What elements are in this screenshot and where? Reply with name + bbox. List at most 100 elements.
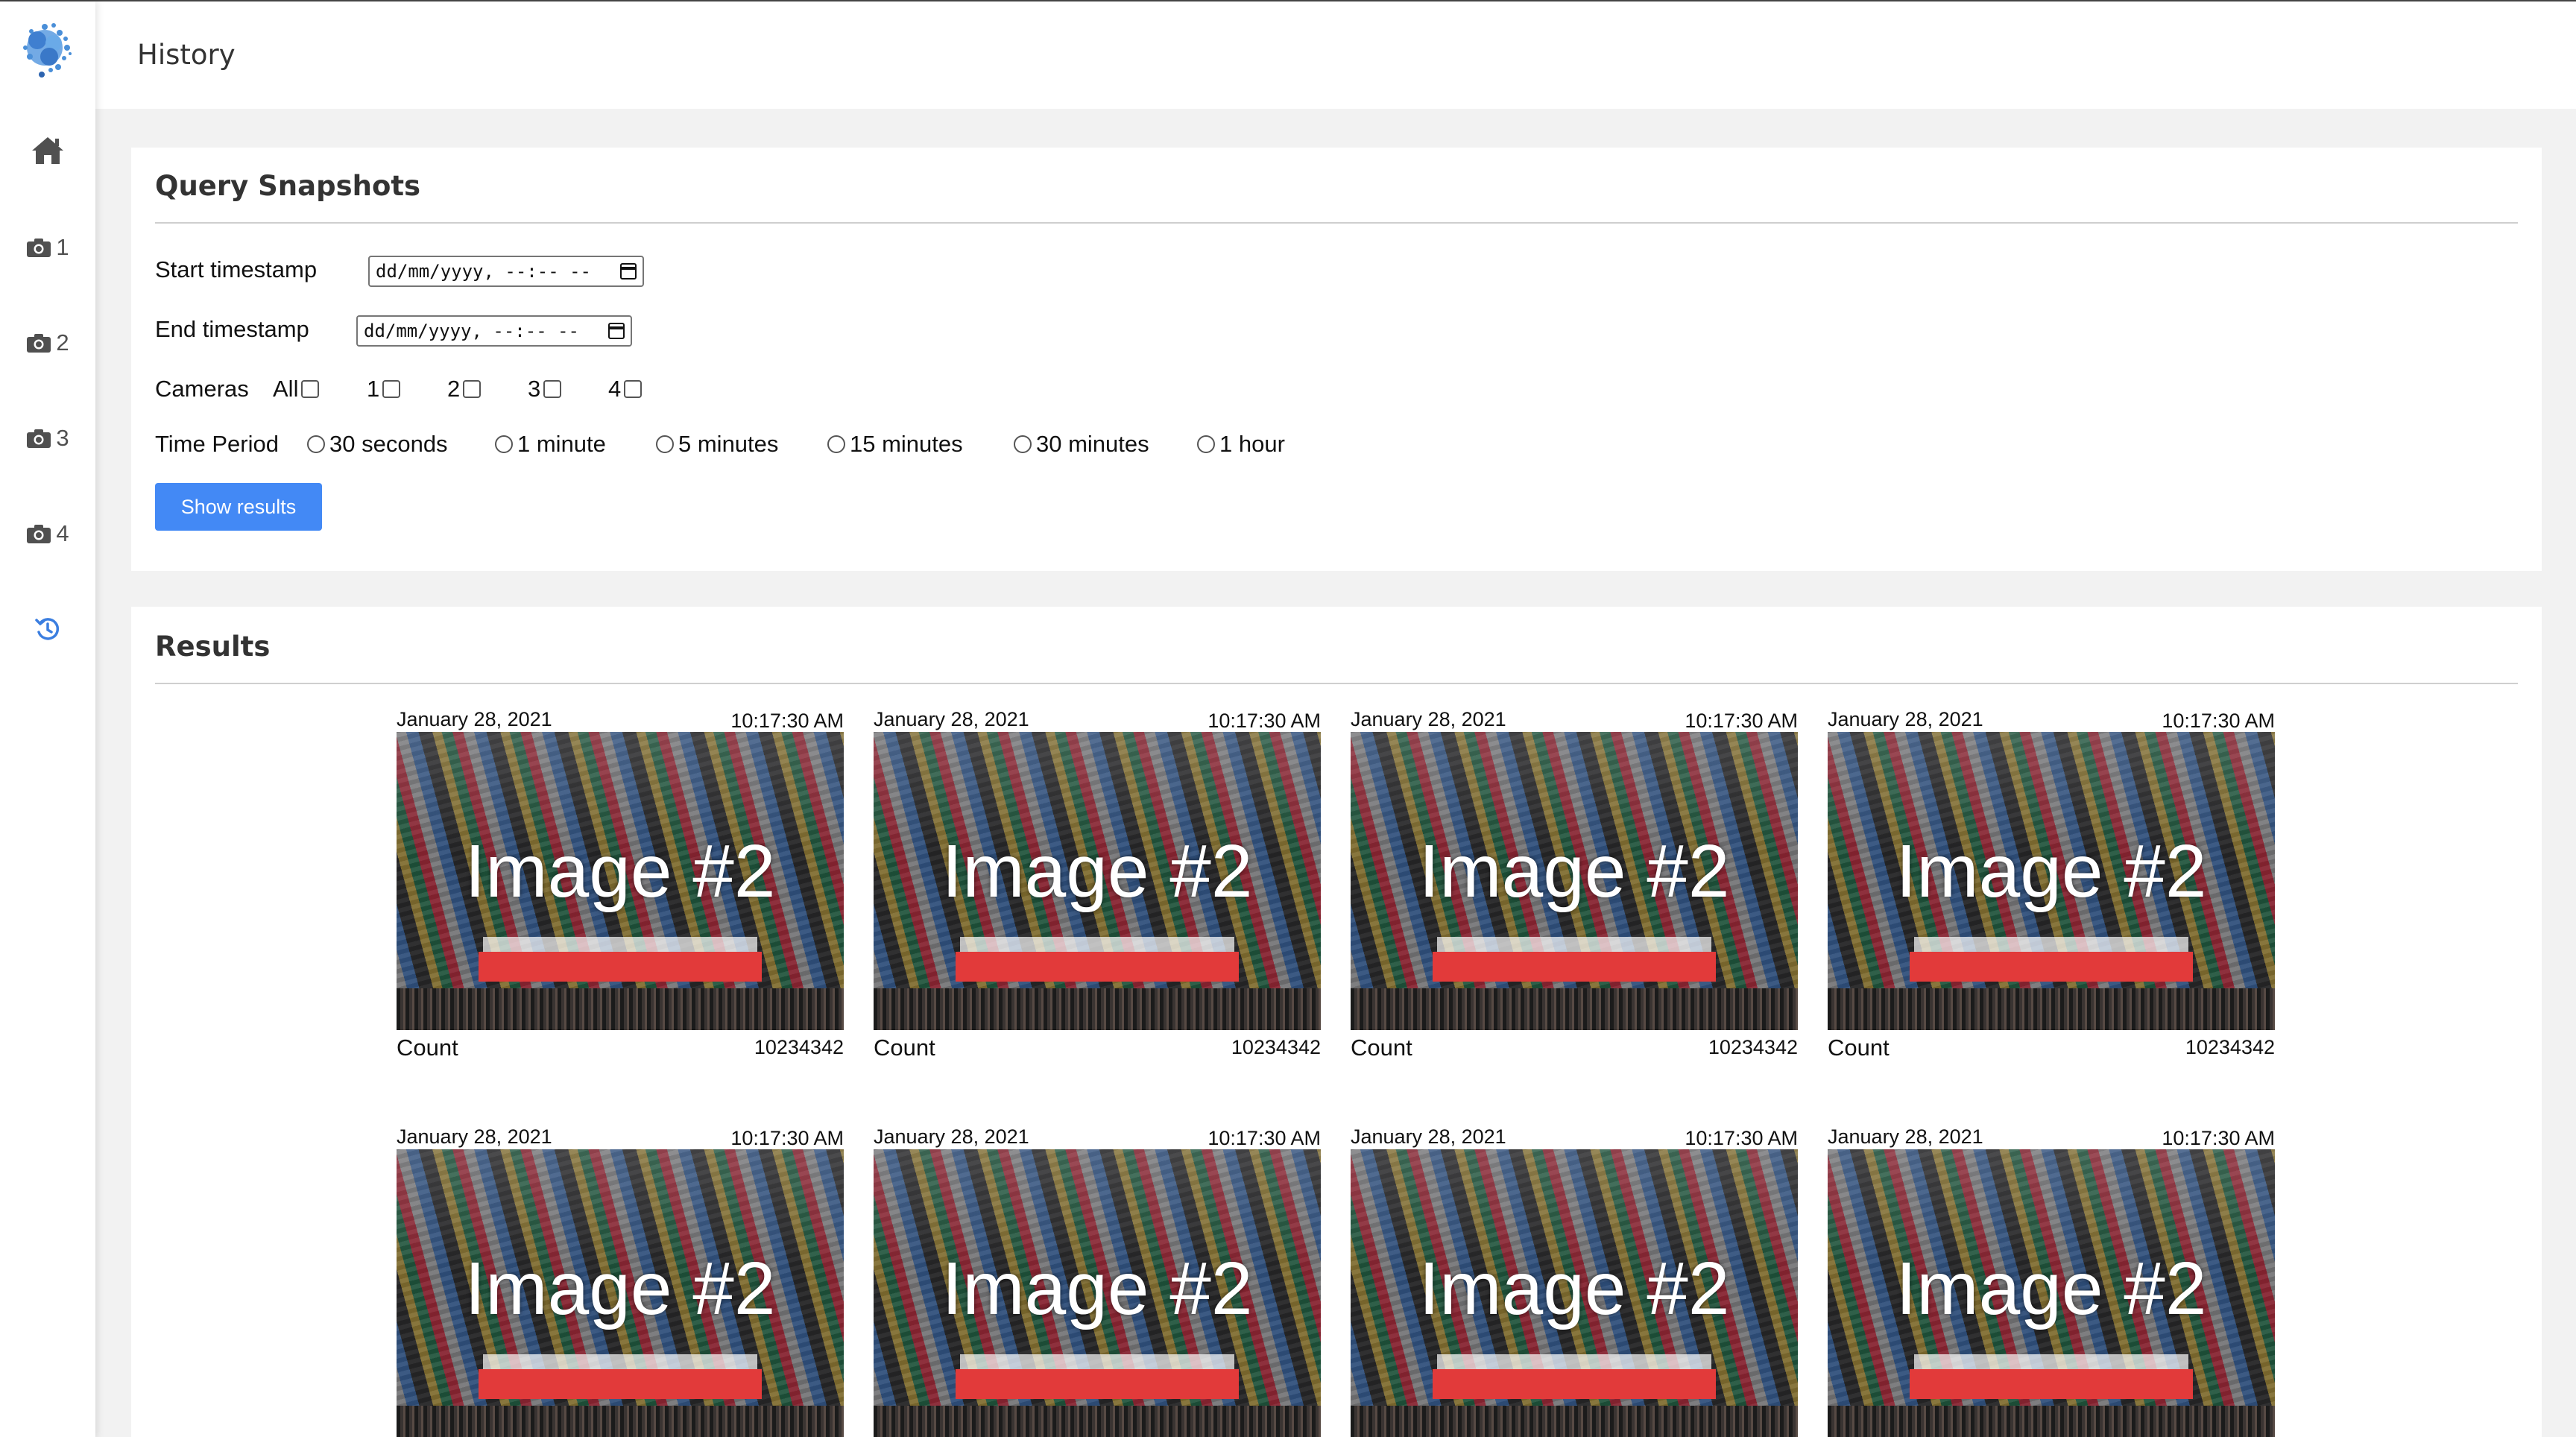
results-card: Results January 28, 2021 10:17:30 AM Ima… bbox=[131, 607, 2542, 1437]
end-timestamp-value: dd/mm/yyyy, --:-- -- bbox=[364, 320, 579, 341]
camera-option-label: 1 bbox=[367, 376, 380, 402]
camera-option-all[interactable]: All bbox=[273, 376, 320, 402]
period-option-1-hour[interactable]: 1 hour bbox=[1197, 431, 1285, 458]
snapshot-time: 10:17:30 AM bbox=[2162, 710, 2275, 732]
sidebar-item-label: 4 bbox=[56, 520, 69, 546]
snapshot-time: 10:17:30 AM bbox=[730, 710, 844, 732]
sidebar-item-camera-4[interactable]: 4 bbox=[0, 511, 95, 556]
snapshot-time: 10:17:30 AM bbox=[2162, 1127, 2275, 1149]
snapshot-time: 10:17:30 AM bbox=[1685, 710, 1798, 732]
snapshot-date: January 28, 2021 bbox=[1351, 708, 1506, 730]
count-label: Count bbox=[874, 1035, 935, 1061]
end-timestamp-label: End timestamp bbox=[155, 316, 309, 342]
period-option-15-minutes[interactable]: 15 minutes bbox=[827, 431, 963, 458]
snapshot-time: 10:17:30 AM bbox=[730, 1127, 844, 1149]
snapshot-image[interactable]: Image #2 bbox=[874, 732, 1321, 1030]
period-option-30-minutes[interactable]: 30 minutes bbox=[1014, 431, 1149, 458]
snapshot-image[interactable]: Image #2 bbox=[1351, 1149, 1798, 1437]
calendar-icon[interactable] bbox=[608, 323, 625, 339]
result-tile[interactable]: January 28, 2021 10:17:30 AM Image #2 Co… bbox=[397, 702, 844, 1064]
sidebar-item-home[interactable] bbox=[0, 128, 95, 173]
image-label: Image #2 bbox=[941, 1247, 1253, 1330]
camera-option-label: 3 bbox=[528, 376, 541, 402]
end-timestamp-input[interactable]: dd/mm/yyyy, --:-- -- bbox=[356, 315, 632, 347]
sidebar-item-camera-3[interactable]: 3 bbox=[0, 416, 95, 461]
camera-option-label: 2 bbox=[447, 376, 461, 402]
period-option-30-seconds[interactable]: 30 seconds bbox=[307, 431, 448, 458]
period-option-label: 30 minutes bbox=[1036, 431, 1149, 457]
camera-option-label: 4 bbox=[608, 376, 622, 402]
results-card-title: Results bbox=[155, 631, 271, 663]
history-icon bbox=[34, 616, 61, 642]
sidebar-item-camera-2[interactable]: 2 bbox=[0, 320, 95, 365]
camera-icon bbox=[26, 428, 51, 449]
period-option-1-minute[interactable]: 1 minute bbox=[495, 431, 606, 458]
camera-option-3[interactable]: 3 bbox=[528, 376, 562, 402]
snapshot-time: 10:17:30 AM bbox=[1208, 710, 1321, 732]
camera-icon bbox=[26, 523, 51, 544]
camera-option-label: All bbox=[273, 376, 299, 402]
result-tile[interactable]: January 28, 2021 10:17:30 AM Image #2 bbox=[1828, 1119, 2275, 1437]
sidebar-item-label: 1 bbox=[56, 234, 69, 260]
start-timestamp-label: Start timestamp bbox=[155, 256, 318, 282]
period-option-label: 30 seconds bbox=[329, 431, 448, 457]
show-results-button[interactable]: Show results bbox=[155, 483, 322, 531]
period-radio[interactable] bbox=[1014, 435, 1032, 453]
image-label: Image #2 bbox=[1895, 1247, 2207, 1330]
calendar-icon[interactable] bbox=[620, 263, 637, 279]
snapshot-image[interactable]: Image #2 bbox=[1351, 732, 1798, 1030]
camera-option-4[interactable]: 4 bbox=[608, 376, 643, 402]
sidebar-item-label: 3 bbox=[56, 425, 69, 451]
period-option-label: 1 hour bbox=[1219, 431, 1285, 457]
count-label: Count bbox=[1828, 1035, 1890, 1061]
image-label: Image #2 bbox=[1418, 830, 1730, 913]
count-label: Count bbox=[1351, 1035, 1412, 1061]
period-radio[interactable] bbox=[827, 435, 845, 453]
period-radio[interactable] bbox=[656, 435, 674, 453]
period-radio[interactable] bbox=[1197, 435, 1215, 453]
result-tile[interactable]: January 28, 2021 10:17:30 AM Image #2 bbox=[874, 1119, 1321, 1437]
snapshot-date: January 28, 2021 bbox=[1351, 1125, 1506, 1148]
snapshot-image[interactable]: Image #2 bbox=[874, 1149, 1321, 1437]
cameras-label: Cameras bbox=[155, 376, 249, 402]
sidebar-item-label: 2 bbox=[56, 329, 69, 356]
camera-option-2[interactable]: 2 bbox=[447, 376, 482, 402]
snapshot-image[interactable]: Image #2 bbox=[397, 1149, 844, 1437]
result-tile[interactable]: January 28, 2021 10:17:30 AM Image #2 Co… bbox=[1828, 702, 2275, 1064]
count-value: 10234342 bbox=[2185, 1036, 2275, 1058]
start-timestamp-input[interactable]: dd/mm/yyyy, --:-- -- bbox=[368, 256, 644, 287]
snapshot-image[interactable]: Image #2 bbox=[397, 732, 844, 1030]
result-tile[interactable]: January 28, 2021 10:17:30 AM Image #2 Co… bbox=[1351, 702, 1798, 1064]
camera-checkbox-2[interactable] bbox=[463, 380, 482, 398]
brain-logo-icon[interactable] bbox=[15, 18, 79, 80]
home-icon bbox=[31, 136, 65, 165]
period-option-5-minutes[interactable]: 5 minutes bbox=[656, 431, 778, 458]
camera-icon bbox=[26, 332, 51, 353]
period-option-label: 5 minutes bbox=[678, 431, 779, 457]
snapshot-date: January 28, 2021 bbox=[397, 1125, 552, 1148]
result-tile[interactable]: January 28, 2021 10:17:30 AM Image #2 bbox=[397, 1119, 844, 1437]
result-tile[interactable]: January 28, 2021 10:17:30 AM Image #2 Co… bbox=[874, 702, 1321, 1064]
image-label: Image #2 bbox=[1895, 830, 2207, 913]
snapshot-date: January 28, 2021 bbox=[1828, 1125, 1983, 1148]
camera-checkbox-3[interactable] bbox=[543, 380, 562, 398]
image-label: Image #2 bbox=[464, 830, 776, 913]
camera-checkbox-4[interactable] bbox=[624, 380, 643, 398]
period-option-label: 1 minute bbox=[517, 431, 606, 457]
count-value: 10234342 bbox=[754, 1036, 844, 1058]
query-snapshots-card: Query Snapshots Start timestamp dd/mm/yy… bbox=[131, 148, 2542, 571]
snapshot-time: 10:17:30 AM bbox=[1685, 1127, 1798, 1149]
result-tile[interactable]: January 28, 2021 10:17:30 AM Image #2 bbox=[1351, 1119, 1798, 1437]
period-radio[interactable] bbox=[307, 435, 325, 453]
sidebar-item-camera-1[interactable]: 1 bbox=[0, 225, 95, 270]
sidebar-item-history[interactable] bbox=[0, 607, 95, 651]
period-radio[interactable] bbox=[495, 435, 513, 453]
camera-checkbox-all[interactable] bbox=[301, 380, 320, 398]
start-timestamp-value: dd/mm/yyyy, --:-- -- bbox=[376, 261, 591, 282]
camera-option-1[interactable]: 1 bbox=[367, 376, 401, 402]
snapshot-image[interactable]: Image #2 bbox=[1828, 732, 2275, 1030]
period-option-label: 15 minutes bbox=[850, 431, 963, 457]
snapshot-image[interactable]: Image #2 bbox=[1828, 1149, 2275, 1437]
camera-checkbox-1[interactable] bbox=[382, 380, 401, 398]
divider bbox=[155, 222, 2518, 224]
